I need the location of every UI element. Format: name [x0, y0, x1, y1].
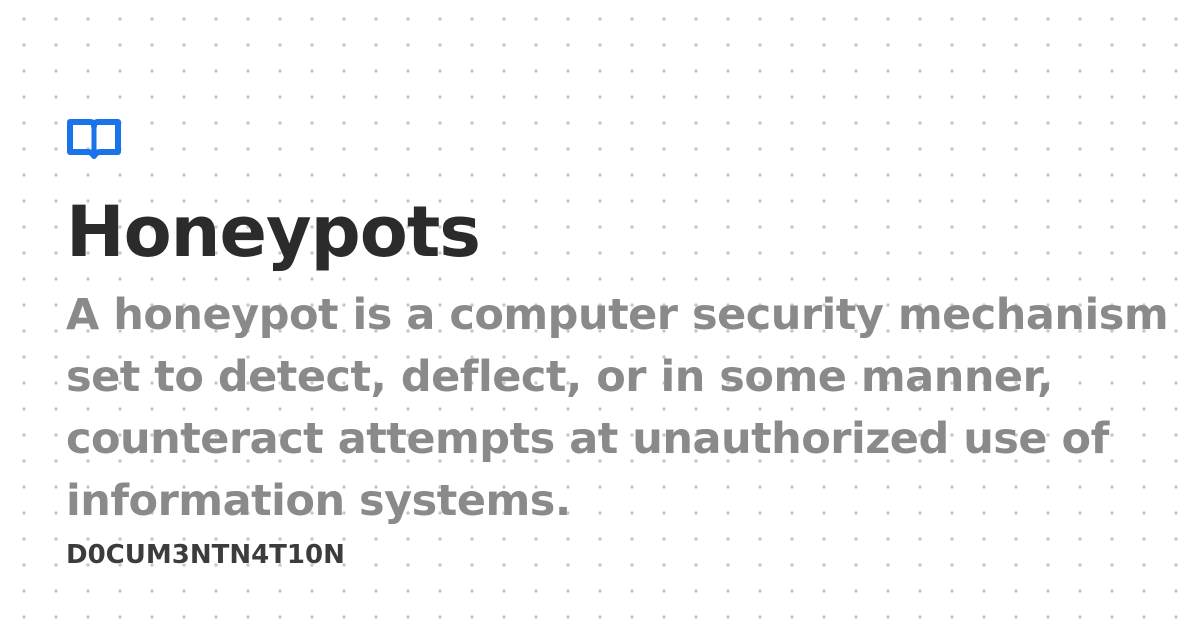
open-book-icon	[67, 119, 121, 159]
page-title: Honeypots	[66, 191, 481, 273]
site-name: D0CUM3NTN4T10N	[66, 540, 345, 570]
og-card: Honeypots A honeypot is a computer secur…	[66, 118, 1176, 572]
page-description: A honeypot is a computer security mechan…	[66, 290, 1169, 526]
